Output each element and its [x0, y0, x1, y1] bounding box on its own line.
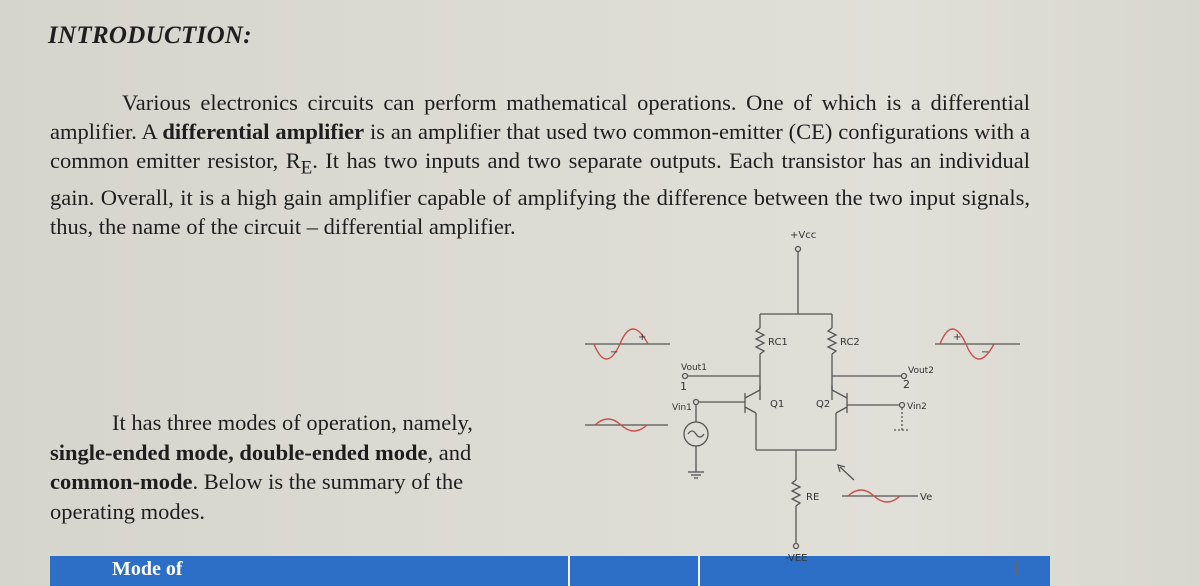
vout1-terminal — [681, 372, 689, 380]
modes-paragraph: It has three modes of operation, namely,… — [50, 408, 530, 526]
vout1-minus: − — [610, 347, 618, 358]
section-heading: INTRODUCTION: — [48, 22, 252, 49]
vout2-minus: − — [981, 347, 989, 358]
modes-text-1: It has three modes of operation, namely, — [112, 410, 473, 435]
node2-label: 2 — [903, 378, 910, 391]
intro-subscript: E — [300, 157, 313, 179]
rc2-label: RC2 — [840, 337, 860, 348]
vout2-plus: + — [953, 332, 961, 343]
intro-bold-term: differential amplifier — [162, 119, 365, 144]
vee-label: -VEE — [785, 553, 808, 564]
vout1-label: Vout1 — [681, 363, 707, 373]
q1-transistor — [744, 385, 761, 450]
q1-label: Q1 — [770, 399, 784, 410]
vout2-label: Vout2 — [908, 366, 934, 376]
rc1-resistor — [754, 327, 766, 355]
vcc-label: +Vcc — [790, 230, 816, 241]
q2-label: Q2 — [816, 399, 830, 410]
vin1-label: Vin1 — [672, 403, 692, 413]
re-label: RE — [806, 492, 819, 503]
table-header-mode: Mode of — [50, 556, 570, 586]
waveforms — [593, 328, 995, 503]
q2-transistor — [831, 385, 848, 450]
vout1-plus: + — [638, 332, 646, 343]
rc2-resistor — [826, 327, 838, 355]
differential-amplifier-diagram: +Vcc RC1 RC2 Vout1 1 Vout2 2 Vin1 Vin2 Q… — [585, 230, 1020, 564]
re-resistor — [790, 479, 802, 507]
modes-bold-1: single-ended mode, double-ended mode — [50, 439, 428, 465]
vcc-terminal — [794, 245, 802, 253]
node1-label: 1 — [680, 380, 687, 393]
vin2-label: Vin2 — [907, 402, 927, 412]
rc1-label: RC1 — [768, 337, 788, 348]
modes-text-2: , and — [427, 439, 472, 465]
ve-label: Ve — [920, 492, 932, 503]
modes-bold-2: common-mode — [50, 469, 193, 494]
